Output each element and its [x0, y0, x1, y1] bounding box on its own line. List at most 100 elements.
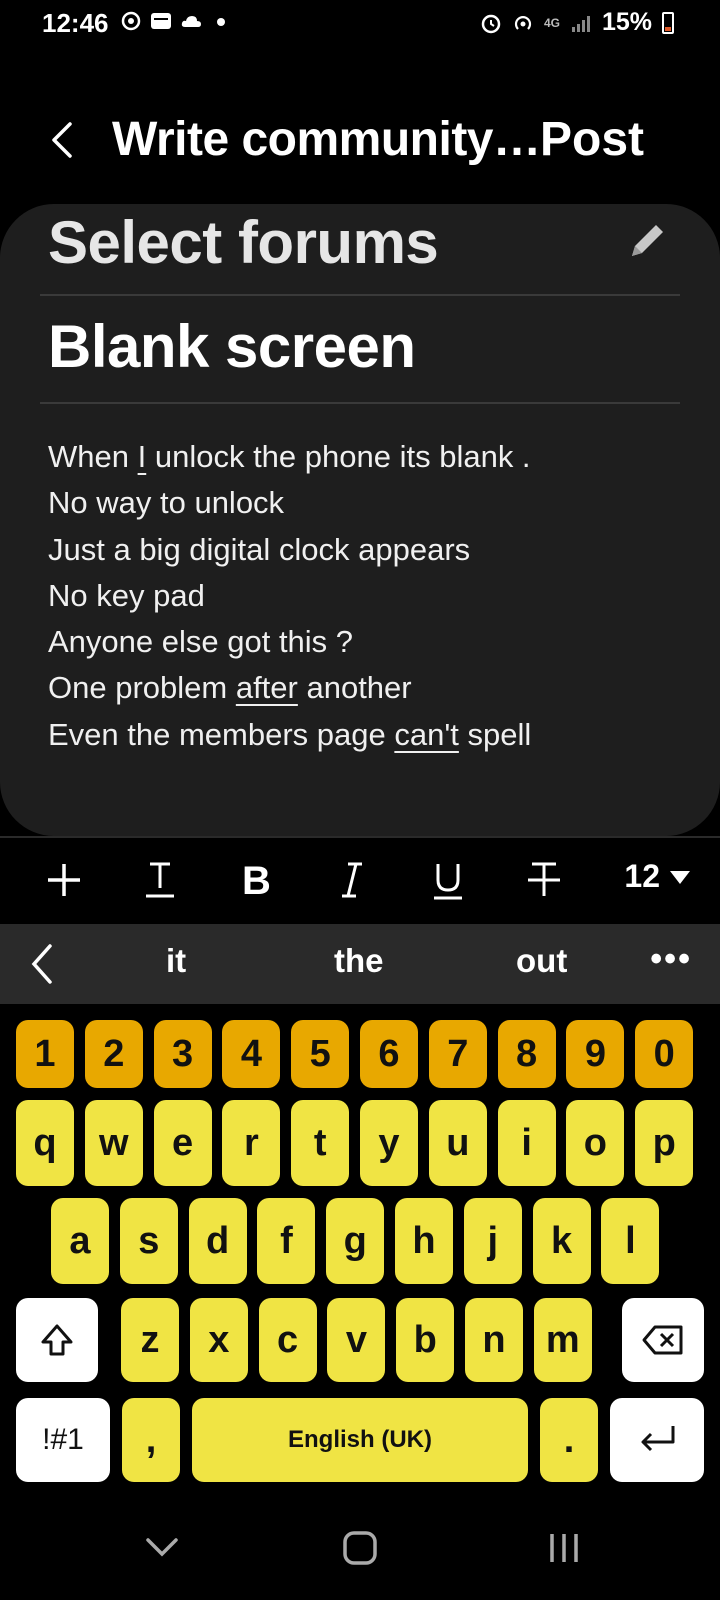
letter-key[interactable]: a: [51, 1198, 109, 1284]
letter-key[interactable]: q: [16, 1100, 74, 1186]
dot-icon: [217, 18, 225, 26]
letter-key[interactable]: z: [121, 1298, 179, 1382]
body-text-segment: another: [297, 670, 412, 706]
hide-keyboard-icon[interactable]: [142, 1528, 182, 1568]
cloud-icon: [181, 16, 201, 27]
letter-key[interactable]: d: [188, 1198, 247, 1284]
signal-icon: [571, 15, 590, 32]
letter-key[interactable]: v: [327, 1298, 386, 1382]
suggestion-back-icon[interactable]: [28, 942, 56, 986]
post-button[interactable]: Post: [540, 112, 644, 167]
letter-key[interactable]: w: [84, 1100, 143, 1186]
letter-key[interactable]: m: [533, 1298, 592, 1382]
letter-key[interactable]: p: [635, 1100, 694, 1186]
spellcheck-underline-word[interactable]: I: [138, 439, 147, 474]
letter-key[interactable]: b: [396, 1298, 455, 1382]
letter-key[interactable]: t: [291, 1100, 350, 1186]
italic-icon[interactable]: [324, 852, 380, 908]
svg-text:B: B: [242, 859, 271, 902]
body-line: Just a big digital clock appears: [48, 527, 668, 573]
keyboard: !#1 , English (UK) . 1234567890 qwertyuio…: [0, 1004, 720, 1500]
letter-key[interactable]: l: [601, 1198, 660, 1284]
letter-key[interactable]: c: [258, 1298, 317, 1382]
body-text-segment: One problem: [48, 670, 236, 706]
alarm-icon: [481, 14, 501, 33]
body-text-segment: Just a big digital clock appears: [48, 531, 471, 567]
shift-key[interactable]: [16, 1298, 98, 1382]
enter-key[interactable]: [610, 1398, 704, 1482]
network-type: 4G: [543, 15, 560, 30]
letter-key[interactable]: n: [465, 1298, 523, 1382]
system-icons: 4G 15%: [480, 8, 674, 37]
letter-key[interactable]: x: [189, 1298, 248, 1382]
number-key[interactable]: 9: [566, 1020, 625, 1088]
space-key[interactable]: English (UK): [192, 1398, 528, 1482]
body-text-segment: Even the members page: [48, 716, 395, 752]
battery-icon: [662, 11, 674, 34]
font-size-value: 12: [624, 858, 660, 894]
letter-key[interactable]: h: [395, 1198, 453, 1284]
header: Write community… Post: [0, 100, 720, 184]
body-line: Even the members page can't spell: [48, 712, 668, 758]
suggestion-item[interactable]: it: [166, 942, 186, 980]
insert-plus-icon[interactable]: [36, 852, 92, 908]
more-options-icon[interactable]: •••: [650, 940, 692, 979]
sync-icon: [121, 11, 141, 31]
number-key[interactable]: 7: [428, 1020, 487, 1088]
text-style-icon[interactable]: [132, 852, 188, 908]
font-size-selector[interactable]: 12: [624, 858, 692, 895]
letter-key[interactable]: g: [326, 1198, 385, 1284]
symbols-key[interactable]: !#1: [16, 1398, 110, 1482]
number-key[interactable]: 6: [360, 1020, 418, 1088]
home-icon[interactable]: [340, 1528, 380, 1568]
body-line: No way to unlock: [48, 480, 668, 526]
post-title-field[interactable]: Blank screen: [40, 296, 680, 404]
body-text-segment: Anyone else got this ?: [48, 624, 354, 660]
recent-apps-icon[interactable]: [544, 1528, 584, 1568]
post-title: Blank screen: [48, 313, 416, 380]
post-editor: Select forums Blank screen When I unlock…: [0, 204, 720, 836]
bold-icon[interactable]: B: [228, 852, 284, 908]
enter-icon: [641, 1426, 675, 1452]
number-key[interactable]: 1: [16, 1020, 74, 1088]
strikethrough-icon[interactable]: [516, 852, 572, 908]
backspace-key[interactable]: [622, 1298, 704, 1382]
battery-percent: 15%: [601, 8, 652, 36]
status-bar: 12:46 4G 15%: [0, 0, 720, 48]
select-forums-field[interactable]: Select forums: [40, 204, 680, 296]
underline-icon[interactable]: [420, 852, 476, 908]
suggestion-item[interactable]: the: [334, 942, 384, 980]
back-arrow-icon[interactable]: [44, 118, 84, 162]
number-key[interactable]: 8: [497, 1020, 556, 1088]
period-key[interactable]: .: [540, 1398, 598, 1482]
body-text-segment: No key pad: [48, 577, 205, 613]
letter-key[interactable]: r: [222, 1100, 281, 1186]
pencil-icon[interactable]: [626, 218, 670, 262]
letter-key[interactable]: k: [532, 1198, 591, 1284]
suggestion-item[interactable]: out: [516, 942, 567, 980]
number-key[interactable]: 4: [222, 1020, 281, 1088]
status-time: 12:46: [42, 8, 109, 38]
letter-key[interactable]: o: [566, 1100, 625, 1186]
spellcheck-underline-word[interactable]: can't: [394, 717, 459, 752]
letter-key[interactable]: j: [463, 1198, 522, 1284]
letter-key[interactable]: i: [497, 1100, 556, 1186]
spellcheck-underline-word[interactable]: after: [236, 670, 298, 705]
suggestion-bar: it the out •••: [0, 924, 720, 1004]
number-key[interactable]: 3: [153, 1020, 212, 1088]
post-body-field[interactable]: When I unlock the phone its blank . No wa…: [48, 434, 668, 758]
notification-icons: [120, 10, 232, 32]
comma-key[interactable]: ,: [122, 1398, 180, 1482]
letter-key[interactable]: u: [428, 1100, 487, 1186]
letter-key[interactable]: e: [153, 1100, 212, 1186]
body-text-segment: No way to unlock: [48, 485, 285, 521]
hotspot-icon: [514, 15, 531, 30]
letter-key[interactable]: f: [257, 1198, 316, 1284]
body-text-segment: spell: [458, 716, 532, 752]
letter-key[interactable]: s: [119, 1198, 178, 1284]
select-forums-label: Select forums: [48, 209, 439, 276]
number-key[interactable]: 0: [635, 1020, 694, 1088]
letter-key[interactable]: y: [360, 1100, 418, 1186]
number-key[interactable]: 5: [291, 1020, 350, 1088]
number-key[interactable]: 2: [84, 1020, 143, 1088]
